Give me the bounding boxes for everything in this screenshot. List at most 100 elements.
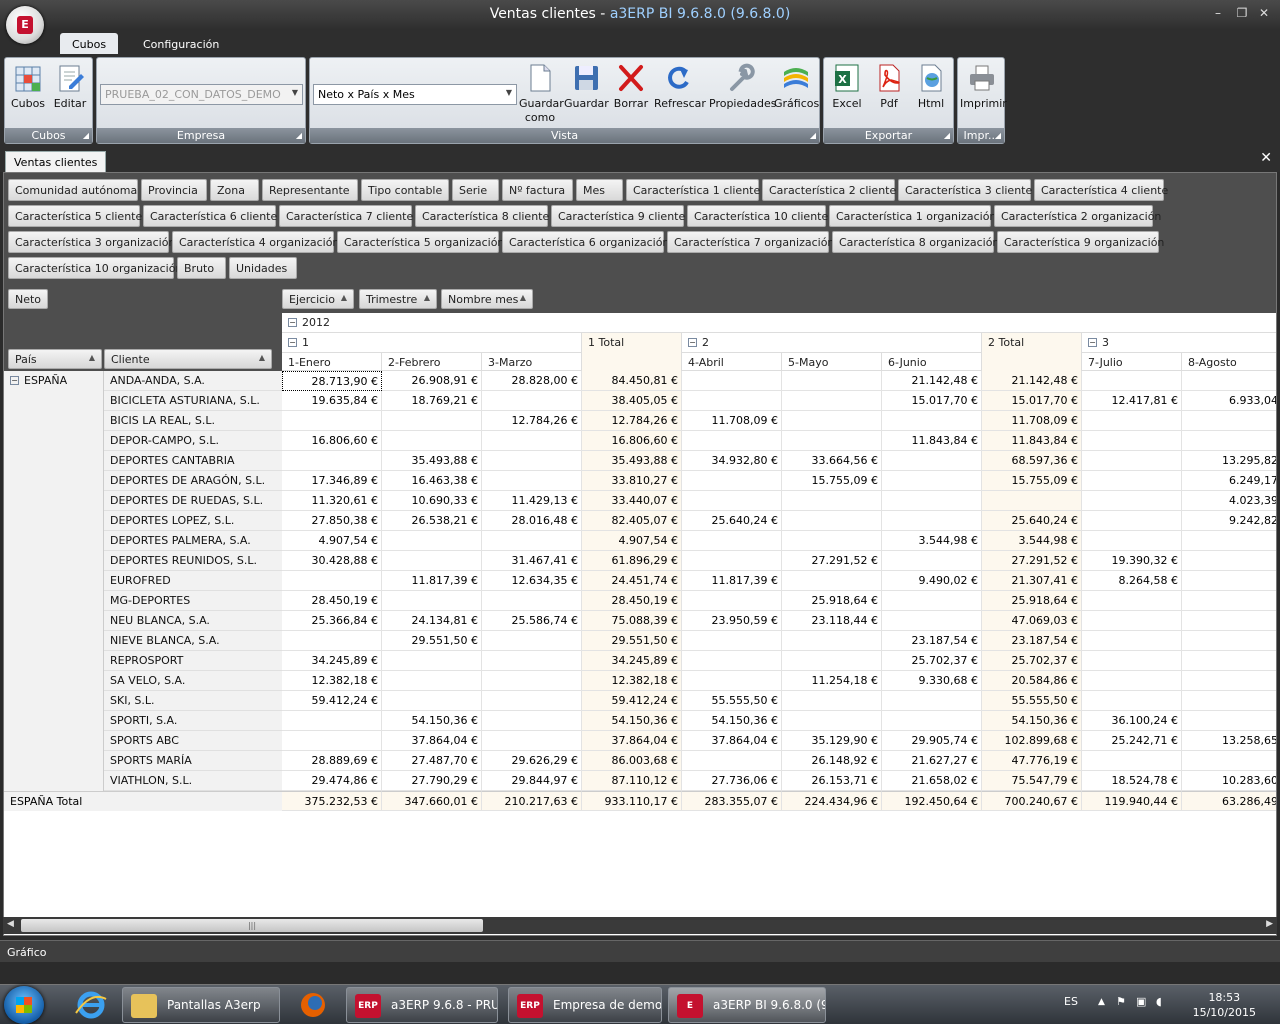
- value-cell[interactable]: 13.258,65: [1182, 731, 1276, 751]
- client-cell[interactable]: EUROFRED: [104, 571, 282, 591]
- quarter-total-cell[interactable]: 20.584,86 €: [982, 671, 1082, 691]
- value-cell[interactable]: [1082, 411, 1182, 431]
- value-cell[interactable]: [382, 411, 482, 431]
- value-cell[interactable]: [782, 491, 882, 511]
- grand-total-cell[interactable]: 210.217,63 €: [482, 791, 582, 811]
- value-cell[interactable]: [682, 551, 782, 571]
- client-cell[interactable]: DEPORTES LOPEZ, S.L.: [104, 511, 282, 531]
- value-cell[interactable]: 27.790,29 €: [382, 771, 482, 791]
- grand-total-cell[interactable]: 63.286,49: [1182, 791, 1276, 811]
- grand-total-cell[interactable]: 933.110,17 €: [582, 791, 682, 811]
- client-cell[interactable]: ANDA-ANDA, S.A.: [104, 371, 282, 391]
- value-cell[interactable]: 11.817,39 €: [682, 571, 782, 591]
- value-cell[interactable]: [882, 711, 982, 731]
- editar-button[interactable]: Editar: [51, 62, 89, 111]
- value-cell[interactable]: [782, 511, 882, 531]
- quarter-total-cell[interactable]: 35.493,88 €: [582, 451, 682, 471]
- filter-field-button[interactable]: Provincia: [141, 179, 207, 201]
- excel-button[interactable]: X Excel: [827, 62, 867, 111]
- taskbar-item-empresa[interactable]: ERP Empresa de demo...: [508, 987, 662, 1023]
- value-cell[interactable]: [482, 631, 582, 651]
- cubos-button[interactable]: Cubos: [9, 62, 47, 111]
- value-cell[interactable]: 23.118,44 €: [782, 611, 882, 631]
- value-cell[interactable]: 12.634,35 €: [482, 571, 582, 591]
- quarter-total-cell[interactable]: 15.017,70 €: [982, 391, 1082, 411]
- value-cell[interactable]: [282, 731, 382, 751]
- quarter-total-cell[interactable]: 75.547,79 €: [982, 771, 1082, 791]
- value-cell[interactable]: [1182, 751, 1276, 771]
- value-cell[interactable]: 21.658,02 €: [882, 771, 982, 791]
- value-cell[interactable]: [1082, 591, 1182, 611]
- value-cell[interactable]: [882, 691, 982, 711]
- flag-icon[interactable]: ⚑: [1116, 995, 1126, 1008]
- value-cell[interactable]: [1182, 551, 1276, 571]
- client-cell[interactable]: VIATHLON, S.L.: [104, 771, 282, 791]
- refrescar-button[interactable]: Refrescar: [654, 62, 706, 111]
- value-cell[interactable]: [1182, 651, 1276, 671]
- start-button[interactable]: [4, 986, 44, 1024]
- quarter-total-cell[interactable]: 55.555,50 €: [982, 691, 1082, 711]
- column-field-nombre-mes[interactable]: Nombre mes ▲: [441, 289, 533, 309]
- value-cell[interactable]: 37.864,04 €: [682, 731, 782, 751]
- quarter-total-cell[interactable]: 75.088,39 €: [582, 611, 682, 631]
- value-cell[interactable]: 35.129,90 €: [782, 731, 882, 751]
- clock[interactable]: 18:53 15/10/2015: [1193, 990, 1256, 1020]
- filter-field-button[interactable]: Bruto: [177, 257, 226, 279]
- quarter-total-cell[interactable]: 21.142,48 €: [982, 371, 1082, 391]
- grand-total-cell[interactable]: 119.940,44 €: [1082, 791, 1182, 811]
- value-cell[interactable]: 28.828,00 €: [482, 371, 582, 391]
- value-cell[interactable]: 25.586,74 €: [482, 611, 582, 631]
- internet-explorer-icon[interactable]: [66, 987, 116, 1023]
- filter-field-button[interactable]: Característica 10 cliente: [687, 205, 828, 227]
- value-cell[interactable]: 28.450,19 €: [282, 591, 382, 611]
- value-cell[interactable]: [782, 531, 882, 551]
- quarter-total-cell[interactable]: 37.864,04 €: [582, 731, 682, 751]
- value-cell[interactable]: 26.148,92 €: [782, 751, 882, 771]
- value-cell[interactable]: [782, 631, 882, 651]
- value-cell[interactable]: [882, 511, 982, 531]
- filter-field-button[interactable]: Característica 10 organización: [8, 257, 182, 279]
- filter-field-button[interactable]: Tipo contable: [361, 179, 449, 201]
- value-cell[interactable]: [682, 631, 782, 651]
- value-cell[interactable]: [782, 571, 882, 591]
- quarter-total-cell[interactable]: 82.405,07 €: [582, 511, 682, 531]
- tray-expand-icon[interactable]: ▲: [1098, 997, 1105, 1007]
- volume-icon[interactable]: ◖: [1156, 995, 1162, 1008]
- quarter-total-cell[interactable]: 86.003,68 €: [582, 751, 682, 771]
- value-cell[interactable]: [282, 631, 382, 651]
- empresa-select[interactable]: PRUEBA_02_CON_DATOS_DEMO ▼: [100, 84, 303, 105]
- quarter-total-cell[interactable]: 54.150,36 €: [582, 711, 682, 731]
- value-cell[interactable]: [1082, 471, 1182, 491]
- filter-field-button[interactable]: Mes: [576, 179, 623, 201]
- value-cell[interactable]: 8.264,58 €: [1082, 571, 1182, 591]
- value-cell[interactable]: [1182, 591, 1276, 611]
- client-cell[interactable]: DEPORTES REUNIDOS, S.L.: [104, 551, 282, 571]
- filter-field-button[interactable]: Característica 1 cliente: [626, 179, 760, 201]
- client-cell[interactable]: DEPOR-CAMPO, S.L.: [104, 431, 282, 451]
- network-icon[interactable]: ▣: [1136, 995, 1146, 1008]
- value-cell[interactable]: [482, 691, 582, 711]
- value-cell[interactable]: [882, 471, 982, 491]
- value-cell[interactable]: [282, 411, 382, 431]
- client-cell[interactable]: SPORTS MARÍA: [104, 751, 282, 771]
- value-cell[interactable]: [1082, 651, 1182, 671]
- value-cell[interactable]: [1082, 631, 1182, 651]
- quarter-total-cell[interactable]: 33.440,07 €: [582, 491, 682, 511]
- quarter-total-cell[interactable]: 34.245,89 €: [582, 651, 682, 671]
- value-cell[interactable]: [1182, 431, 1276, 451]
- quarter-total-cell[interactable]: 25.702,37 €: [982, 651, 1082, 671]
- value-cell[interactable]: 25.242,71 €: [1082, 731, 1182, 751]
- value-cell[interactable]: [482, 451, 582, 471]
- filter-field-button[interactable]: Zona: [210, 179, 259, 201]
- value-cell[interactable]: 27.487,70 €: [382, 751, 482, 771]
- value-cell[interactable]: [482, 711, 582, 731]
- value-cell[interactable]: [1082, 511, 1182, 531]
- value-cell[interactable]: 54.150,36 €: [382, 711, 482, 731]
- filter-field-button[interactable]: Característica 2 cliente: [762, 179, 896, 201]
- quarter-total-cell[interactable]: [982, 491, 1082, 511]
- client-cell[interactable]: SKI, S.L.: [104, 691, 282, 711]
- value-cell[interactable]: [682, 751, 782, 771]
- value-cell[interactable]: 23.950,59 €: [682, 611, 782, 631]
- value-cell[interactable]: 28.713,90 €: [282, 371, 382, 391]
- close-icon[interactable]: ✕: [1260, 150, 1272, 166]
